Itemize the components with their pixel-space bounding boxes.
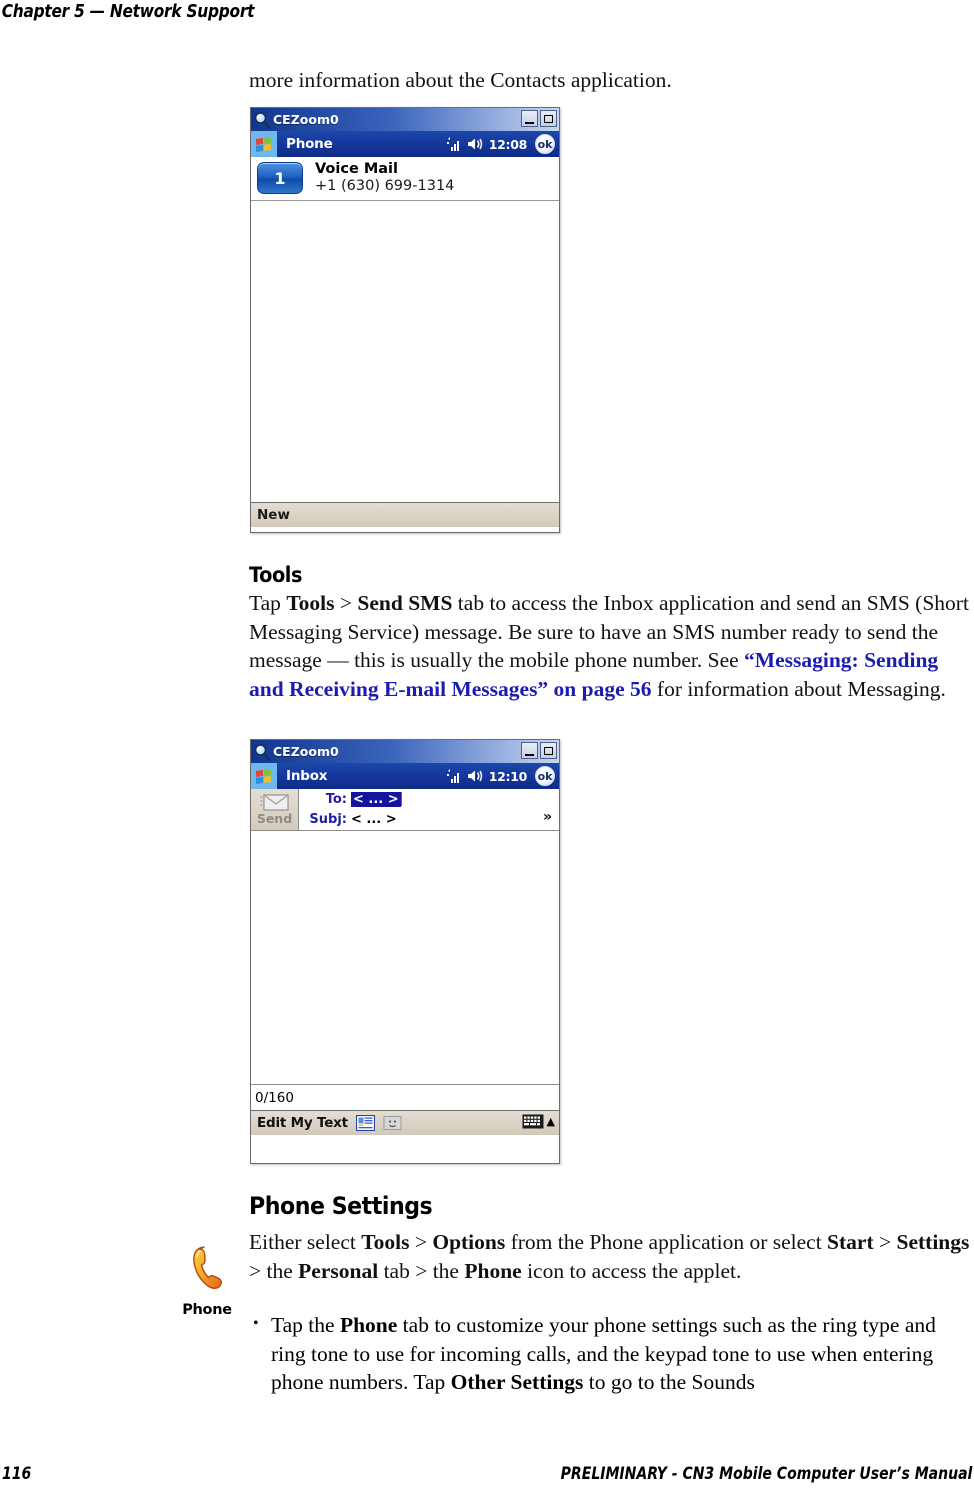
status-clock: 12:08 xyxy=(488,136,528,152)
status-area: 12:10 ok xyxy=(445,763,555,789)
tools-section: Tools Tap Tools > Send SMS tab to access… xyxy=(249,563,974,703)
windows-start-icon[interactable] xyxy=(251,131,277,157)
intro-paragraph: more information about the Contacts appl… xyxy=(249,68,672,92)
maximize-button[interactable] xyxy=(540,742,557,759)
emoticon-icon[interactable] xyxy=(383,1115,402,1131)
compose-header: Send To: < ... > Subj: < ... > » xyxy=(251,789,559,831)
to-field-label: To: xyxy=(325,791,347,807)
send-button[interactable]: Send xyxy=(251,789,299,830)
windows-start-icon[interactable] xyxy=(251,763,277,789)
tools-heading: Tools xyxy=(249,563,302,587)
new-soft-key[interactable]: New xyxy=(257,507,290,523)
phone-applet-margin-icon: Phone xyxy=(170,1243,244,1318)
windows-mobile-nav-bar: Phone 12:08 ok xyxy=(251,131,559,157)
speed-dial-name: Voice Mail xyxy=(315,161,398,177)
to-field-value[interactable]: < ... > xyxy=(351,791,401,807)
emulator-caption-bar: CEZoom0 xyxy=(251,740,559,763)
ok-button[interactable]: ok xyxy=(535,766,555,786)
phone-soft-key-bar: New xyxy=(251,502,559,528)
speed-dial-number: +1 (630) 699-1314 xyxy=(315,178,455,195)
subject-field-label: Subj: xyxy=(309,811,347,827)
edit-my-text-soft-key[interactable]: Edit My Text xyxy=(257,1115,348,1131)
app-title: Inbox xyxy=(286,768,328,784)
phone-handset-icon xyxy=(193,1246,223,1289)
compose-fields: To: < ... > Subj: < ... > » xyxy=(299,789,559,830)
speaker-icon[interactable] xyxy=(467,769,484,783)
signal-bars-icon[interactable] xyxy=(445,768,462,784)
caption-window-buttons xyxy=(521,110,557,127)
page-footer: 116 PRELIMINARY - CN3 Mobile Computer Us… xyxy=(0,1464,974,1483)
to-field-row[interactable]: To: < ... > xyxy=(305,789,559,809)
chevron-double-down-icon[interactable]: » xyxy=(543,810,552,824)
minimize-button[interactable] xyxy=(521,110,538,127)
speed-dial-key[interactable]: 1 xyxy=(257,162,303,195)
subject-field-row[interactable]: Subj: < ... > xyxy=(305,809,559,829)
running-header: Chapter 5 — Network Support xyxy=(1,2,255,22)
list-item: Tap the Phone tab to customize your phon… xyxy=(249,1310,974,1397)
phone-settings-section: Phone Settings Either select Tools > Opt… xyxy=(249,1192,974,1397)
phone-settings-bullets: Tap the Phone tab to customize your phon… xyxy=(249,1310,974,1397)
subject-field-value[interactable]: < ... > xyxy=(351,812,397,827)
sip-controls: ▲ xyxy=(522,1114,555,1129)
status-clock: 12:10 xyxy=(488,768,528,784)
windows-mobile-nav-bar: Inbox 12:10 ok xyxy=(251,763,559,789)
signal-bars-icon[interactable] xyxy=(445,136,462,152)
phone-settings-heading: Phone Settings xyxy=(249,1192,433,1220)
send-label: Send xyxy=(256,811,293,827)
message-body-area[interactable] xyxy=(251,831,559,1084)
character-counter: 0/160 xyxy=(251,1084,559,1110)
app-title: Phone xyxy=(286,136,333,152)
phone-app-screenshot: CEZoom0 Phone 12:08 ok 1 Voice Mail +1 (… xyxy=(250,107,560,533)
envelope-icon xyxy=(260,794,289,811)
page-content: more information about the Contacts appl… xyxy=(249,66,974,95)
margin-icon-label: Phone xyxy=(182,1302,232,1318)
speaker-icon[interactable] xyxy=(467,137,484,151)
speed-dial-list-area[interactable] xyxy=(251,201,559,503)
speed-dial-entry[interactable]: 1 Voice Mail +1 (630) 699-1314 xyxy=(251,157,559,202)
inbox-app-screenshot: CEZoom0 Inbox 12:10 ok Send To: < ... > … xyxy=(250,739,560,1164)
phone-settings-paragraph: Either select Tools > Options from the P… xyxy=(249,1230,970,1283)
text-caret xyxy=(400,792,403,806)
ok-button[interactable]: ok xyxy=(535,134,555,154)
maximize-button[interactable] xyxy=(540,110,557,127)
status-area: 12:08 ok xyxy=(445,131,555,157)
caption-title: CEZoom0 xyxy=(273,744,339,759)
minimize-button[interactable] xyxy=(521,742,538,759)
footer-title: PRELIMINARY - CN3 Mobile Computer User’s… xyxy=(560,1464,972,1483)
magnifier-icon xyxy=(254,111,271,128)
emulator-caption-bar: CEZoom0 xyxy=(251,108,559,131)
inbox-soft-key-bar: Edit My Text ▲ xyxy=(251,1110,559,1135)
caret-up-icon[interactable]: ▲ xyxy=(547,1116,555,1127)
tools-paragraph: Tap Tools > Send SMS tab to access the I… xyxy=(249,591,969,701)
keyboard-icon[interactable] xyxy=(522,1114,544,1129)
magnifier-icon xyxy=(254,743,271,760)
caption-window-buttons xyxy=(521,742,557,759)
caption-title: CEZoom0 xyxy=(273,112,339,127)
page-number: 116 xyxy=(2,1464,32,1483)
my-text-list-icon[interactable] xyxy=(355,1115,375,1131)
